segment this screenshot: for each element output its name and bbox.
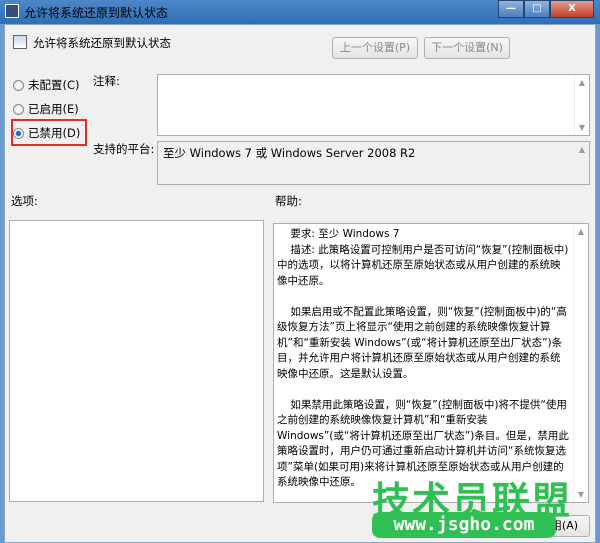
radio-enabled[interactable]: 已启用(E) (13, 101, 79, 117)
close-button[interactable]: X (550, 0, 594, 18)
help-label: 帮助: (275, 194, 302, 208)
help-text: 要求: 至少 Windows 7 描述: 此策略设置可控制用户是否可访问“恢复”… (273, 223, 573, 501)
comment-textarea[interactable]: ▲ ▼ (157, 74, 590, 136)
title-bar: 允许将系统还原到默认状态 — □ X (0, 0, 600, 24)
scrollbar[interactable]: ▲ ▼ (574, 75, 589, 135)
help-paragraph: 如果启用或不配置此策略设置，则“恢复”(控制面板中)的“高级恢复方法”页上将显示… (277, 305, 567, 380)
radio-label: 已启用(E) (28, 102, 79, 116)
ok-button[interactable]: 确定 (390, 515, 452, 537)
radio-icon (13, 103, 24, 115)
help-paragraph: 要求: 至少 Windows 7 描述: 此策略设置可控制用户是否可访问“恢复”… (277, 228, 569, 287)
platform-field: 至少 Windows 7 或 Windows Server 2008 R2 ▲ (157, 141, 590, 185)
radio-not-configured[interactable]: 未配置(C) (13, 77, 80, 93)
scrollbar[interactable]: ▲ ▼ (573, 224, 588, 502)
maximize-button[interactable]: □ (524, 0, 550, 18)
next-setting-button[interactable]: 下一个设置(N) (424, 37, 510, 59)
scrollbar[interactable]: ▲ (574, 142, 589, 184)
comment-label: 注释: (93, 74, 120, 88)
options-panel (9, 220, 264, 502)
policy-title: 允许将系统还原到默认状态 (33, 36, 171, 50)
apply-button[interactable]: 应用(A) (528, 515, 590, 537)
cancel-button[interactable]: 取消 (459, 515, 521, 537)
highlight-box (11, 119, 87, 146)
window-title: 允许将系统还原到默认状态 (24, 6, 169, 20)
minimize-button[interactable]: — (498, 0, 524, 18)
dialog-body: 允许将系统还原到默认状态 上一个设置(P) 下一个设置(N) 未配置(C) 已启… (4, 24, 596, 543)
policy-icon (13, 35, 27, 49)
options-label: 选项: (11, 194, 38, 208)
platform-value: 至少 Windows 7 或 Windows Server 2008 R2 (163, 146, 416, 160)
app-icon (5, 4, 19, 18)
help-paragraph: 如果禁用此策略设置，则“恢复”(控制面板中)将不提供“使用之前创建的系统映像恢复… (277, 398, 569, 489)
radio-icon (13, 79, 24, 91)
radio-label: 未配置(C) (28, 78, 80, 92)
prev-setting-button[interactable]: 上一个设置(P) (332, 37, 418, 59)
platform-label: 支持的平台: (93, 142, 155, 156)
